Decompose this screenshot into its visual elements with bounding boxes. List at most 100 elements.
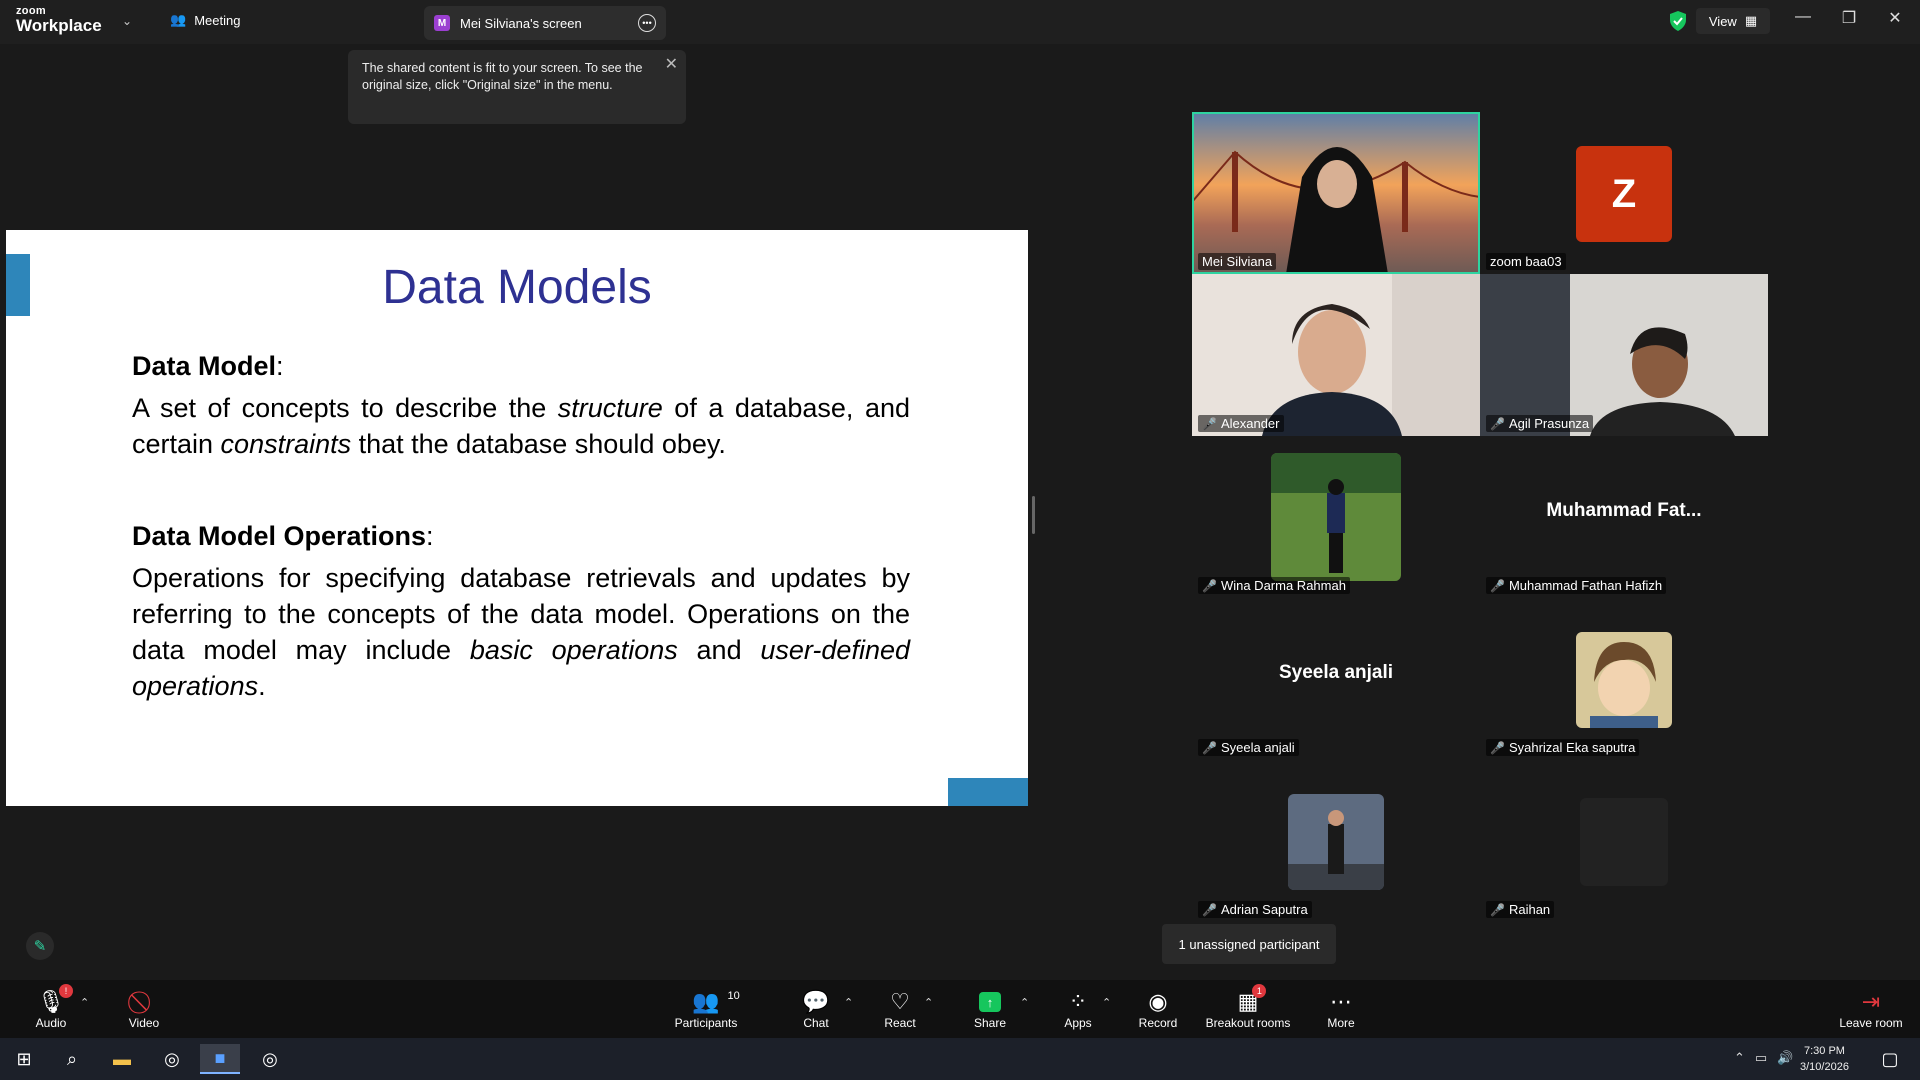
annotate-pencil-icon[interactable]: ✎ bbox=[26, 932, 54, 960]
network-icon[interactable]: ▭ bbox=[1755, 1050, 1767, 1066]
view-button[interactable]: View ▦ bbox=[1696, 8, 1770, 34]
chrome-icon[interactable]: ◎ bbox=[250, 1044, 290, 1074]
more-options-icon[interactable]: ••• bbox=[638, 14, 656, 32]
participant-name-label: 🎤 Muhammad Fathan Hafizh bbox=[1486, 577, 1667, 594]
apps-icon: ⁘ bbox=[1068, 989, 1088, 1014]
file-explorer-icon[interactable]: ▬ bbox=[102, 1044, 142, 1074]
audio-button[interactable]: 🎙! Audio bbox=[6, 984, 96, 1030]
section-text: Operations for specifying database retri… bbox=[132, 563, 910, 701]
avatar bbox=[1580, 798, 1668, 886]
video-tile[interactable]: 🎤 Adrian Saputra bbox=[1192, 760, 1480, 922]
meeting-button[interactable]: 👥 Meeting bbox=[170, 12, 240, 28]
unassigned-participant-tooltip: 1 unassigned participant bbox=[1162, 924, 1336, 964]
system-tray: ⌃ ▭ 🔊 bbox=[1734, 1050, 1793, 1066]
video-tile[interactable]: 🎤 Alexander bbox=[1192, 274, 1480, 436]
video-tile[interactable]: Z zoom baa03 bbox=[1480, 112, 1768, 274]
participant-name-label: 🎤 Raihan bbox=[1486, 901, 1555, 918]
participant-video bbox=[1192, 112, 1480, 274]
chevron-up-icon[interactable]: ⌃ bbox=[844, 996, 853, 1009]
record-icon: ◉ bbox=[1148, 989, 1168, 1014]
search-icon[interactable]: ⌕ bbox=[52, 1044, 92, 1074]
sharer-avatar: M bbox=[434, 15, 450, 31]
video-tile[interactable]: Muhammad Fat... 🎤 Muhammad Fathan Hafizh bbox=[1480, 436, 1768, 598]
video-tile[interactable]: 🎤 Raihan bbox=[1480, 760, 1768, 922]
share-screen-icon: ↑ bbox=[979, 992, 1001, 1012]
close-icon[interactable]: ✕ bbox=[665, 56, 678, 73]
split-resize-handle[interactable] bbox=[1032, 496, 1035, 534]
shared-screen-tab[interactable]: M Mei Silviana's screen ••• bbox=[424, 6, 666, 40]
participant-name-label: 🎤 Alexander bbox=[1198, 415, 1284, 432]
video-tile[interactable]: 🎤 Wina Darma Rahmah bbox=[1192, 436, 1480, 598]
video-tile[interactable]: Mei Silviana bbox=[1192, 112, 1480, 274]
participant-name-label: 🎤 Agil Prasunza bbox=[1486, 415, 1594, 432]
minimize-icon[interactable]: — bbox=[1788, 8, 1818, 26]
windows-start-icon[interactable]: ⊞ bbox=[4, 1044, 44, 1074]
people-icon: 👥 bbox=[170, 12, 187, 27]
windows-taskbar: ⊞ ⌕ ▬ ◎ ■ ◎ ⌃ ▭ 🔊 7:30 PM 3/10/2026 ▢ bbox=[0, 1038, 1920, 1080]
breakout-rooms-button[interactable]: ▦ 1 Breakout rooms bbox=[1203, 984, 1293, 1030]
avatar bbox=[1271, 453, 1401, 581]
mic-muted-icon: 🎤 bbox=[1490, 902, 1505, 917]
participant-video bbox=[1480, 274, 1768, 436]
fit-screen-tooltip: The shared content is fit to your screen… bbox=[348, 50, 686, 124]
participant-display-name: Muhammad Fat... bbox=[1546, 500, 1702, 521]
participant-video bbox=[1192, 274, 1480, 436]
microphone-muted-icon: 🎙! bbox=[37, 984, 73, 1016]
video-tile[interactable]: Syeela anjali 🎤 Syeela anjali bbox=[1192, 598, 1480, 760]
apps-button[interactable]: ⁘ Apps bbox=[1033, 988, 1123, 1030]
chrome-icon[interactable]: ◎ bbox=[152, 1044, 192, 1074]
section-text: A set of concepts to describe the struct… bbox=[132, 393, 910, 459]
participant-name-label: Mei Silviana bbox=[1198, 253, 1277, 270]
chevron-up-icon[interactable]: ⌃ bbox=[80, 996, 89, 1009]
mic-muted-icon: 🎤 bbox=[1490, 416, 1505, 431]
notification-icon[interactable]: ▢ bbox=[1870, 1044, 1910, 1074]
chat-button[interactable]: 💬 Chat bbox=[771, 988, 861, 1030]
volume-icon[interactable]: 🔊 bbox=[1777, 1050, 1793, 1066]
chevron-up-icon[interactable]: ⌃ bbox=[1734, 1050, 1745, 1066]
leave-room-icon: ⇥ bbox=[1861, 989, 1881, 1014]
title-bar: zoom Workplace ⌄ 👥 Meeting M Mei Silvian… bbox=[0, 0, 1920, 44]
heart-icon: ♡ bbox=[890, 989, 910, 1014]
restore-icon[interactable]: ❐ bbox=[1834, 8, 1864, 28]
video-tile[interactable]: 🎤 Agil Prasunza bbox=[1480, 274, 1768, 436]
zoom-app-icon[interactable]: ■ bbox=[200, 1044, 240, 1074]
zoom-logo[interactable]: zoom Workplace bbox=[16, 6, 102, 35]
chevron-down-icon[interactable]: ⌄ bbox=[122, 14, 132, 28]
shared-screen-title: Mei Silviana's screen bbox=[460, 15, 582, 31]
participant-display-name: Syeela anjali bbox=[1278, 662, 1394, 683]
taskbar-clock[interactable]: 7:30 PM 3/10/2026 bbox=[1800, 1043, 1849, 1075]
more-icon: ⋯ bbox=[1330, 989, 1352, 1014]
participant-name-label: zoom baa03 bbox=[1486, 253, 1566, 270]
video-button[interactable]: ⃠ Video bbox=[99, 988, 189, 1030]
participant-name-label: 🎤 Wina Darma Rahmah bbox=[1198, 577, 1350, 594]
chevron-up-icon[interactable]: ⌃ bbox=[1102, 996, 1111, 1009]
avatar bbox=[1576, 632, 1672, 728]
participant-name-label: 🎤 Syeela anjali bbox=[1198, 739, 1299, 756]
video-tile[interactable]: 🎤 Syahrizal Eka saputra bbox=[1480, 598, 1768, 760]
mic-muted-icon: 🎤 bbox=[1202, 416, 1217, 431]
section-heading: Data Model Operations: bbox=[132, 521, 434, 551]
share-button[interactable]: ↑ Share bbox=[945, 988, 1035, 1030]
avatar: Z bbox=[1576, 146, 1672, 242]
participant-name-label: 🎤 Syahrizal Eka saputra bbox=[1486, 739, 1640, 756]
mic-muted-icon: 🎤 bbox=[1490, 578, 1505, 593]
shared-slide: Data Models Data Model: A set of concept… bbox=[6, 230, 1028, 806]
chat-icon: 💬 bbox=[802, 989, 830, 1014]
more-button[interactable]: ⋯ More bbox=[1296, 988, 1386, 1030]
close-icon[interactable]: ✕ bbox=[1880, 8, 1910, 28]
slide-accent-bar bbox=[948, 778, 1028, 806]
avatar bbox=[1288, 794, 1384, 890]
chevron-up-icon[interactable]: ⌃ bbox=[1020, 996, 1029, 1009]
meeting-toolbar: 🎙! Audio ⌃ ⃠ Video 👥10 Participants 💬 Ch… bbox=[0, 980, 1920, 1038]
participants-button[interactable]: 👥 10 Participants bbox=[661, 988, 751, 1030]
chevron-up-icon[interactable]: ⌃ bbox=[924, 996, 933, 1009]
breakout-rooms-icon: ▦ 1 bbox=[1238, 984, 1267, 1016]
record-button[interactable]: ◉ Record bbox=[1113, 988, 1203, 1030]
mic-muted-icon: 🎤 bbox=[1202, 740, 1217, 755]
security-shield-icon[interactable] bbox=[1668, 10, 1688, 32]
react-button[interactable]: ♡ React bbox=[855, 988, 945, 1030]
leave-room-button[interactable]: ⇥ Leave room bbox=[1826, 988, 1916, 1030]
slide-body: Data Model: A set of concepts to describ… bbox=[132, 348, 910, 704]
grid-icon: ▦ bbox=[1744, 13, 1758, 28]
mic-muted-icon: 🎤 bbox=[1490, 740, 1505, 755]
